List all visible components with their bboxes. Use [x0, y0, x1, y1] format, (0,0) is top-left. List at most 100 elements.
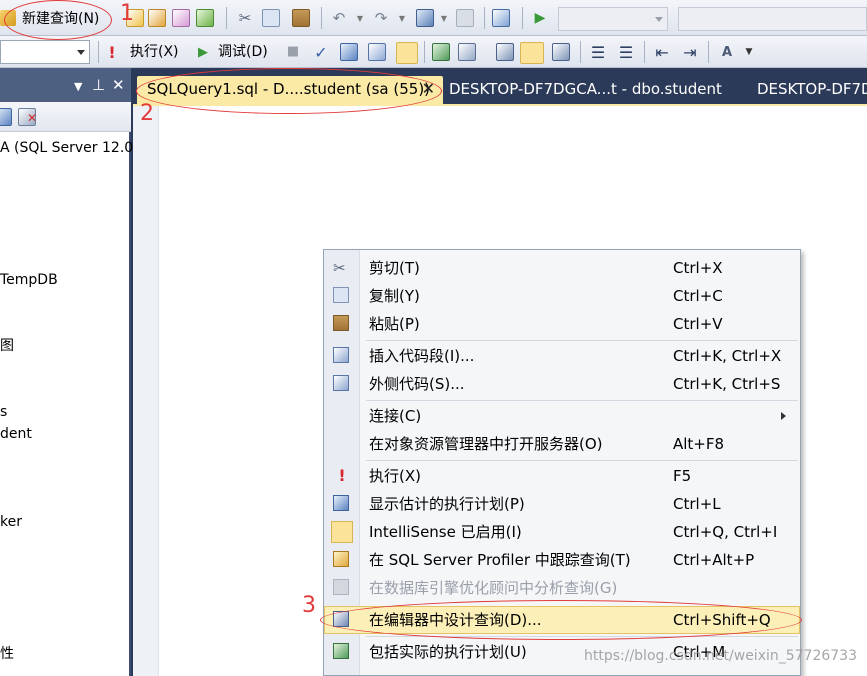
tree-item-tempdb[interactable]: TempDB	[0, 270, 58, 290]
find-combo[interactable]	[678, 7, 867, 31]
toolbar-separator	[98, 41, 99, 63]
menu-item-intellisense[interactable]: IntelliSense 已启用(I) Ctrl+Q, Ctrl+I	[324, 518, 800, 546]
pin-icon[interactable]: ⊥	[92, 77, 105, 93]
menu-item-paste[interactable]: 粘贴(P) Ctrl+V	[324, 310, 800, 338]
dmx-query-icon[interactable]	[172, 9, 190, 27]
menu-item-open-server-in-explorer[interactable]: 在对象资源管理器中打开服务器(O) Alt+F8	[324, 430, 800, 458]
menu-label: 插入代码段(I)...	[369, 347, 475, 365]
profiler-icon	[333, 551, 349, 567]
increase-indent-icon[interactable]: ⇥	[680, 42, 700, 62]
tab-desktop[interactable]: DESKTOP-DF7D	[747, 76, 867, 104]
intellisense-enabled-icon[interactable]	[396, 42, 418, 64]
menu-shortcut: Ctrl+K, Ctrl+X	[673, 347, 782, 365]
client-statistics-icon[interactable]	[458, 43, 476, 61]
annotation-ellipse-design-query	[320, 600, 802, 640]
menu-shortcut: Ctrl+C	[673, 287, 723, 305]
undo-dropdown-icon[interactable]: ▼	[356, 13, 364, 23]
menu-item-cut[interactable]: ✂ 剪切(T) Ctrl+X	[324, 254, 800, 282]
annotation-number-3: 3	[302, 593, 316, 618]
menu-label: 在 SQL Server Profiler 中跟踪查询(T)	[369, 551, 631, 569]
panel-menu-icon[interactable]: ▼	[74, 79, 82, 95]
xmla-query-icon[interactable]	[196, 9, 214, 27]
menu-label: 剪切(T)	[369, 259, 420, 277]
tree-item-properties[interactable]: 性	[0, 644, 14, 664]
undo-icon[interactable]: ↶	[330, 9, 348, 27]
execute-icon: !	[338, 466, 346, 485]
menu-label: 粘贴(P)	[369, 315, 420, 333]
menu-separator	[366, 340, 798, 341]
comment-lines-icon[interactable]: ☰	[588, 42, 608, 62]
copy-icon[interactable]	[262, 9, 280, 27]
navigate-dropdown-icon[interactable]: ▼	[440, 13, 448, 23]
menu-shortcut: Ctrl+Alt+P	[673, 551, 755, 569]
cut-icon[interactable]: ✂	[236, 9, 254, 27]
annotation-ellipse-new-query	[4, 0, 112, 40]
paste-icon	[333, 315, 349, 331]
menu-item-copy[interactable]: 复制(Y) Ctrl+C	[324, 282, 800, 310]
toolbar-separator	[321, 7, 322, 29]
menu-shortcut: Alt+F8	[673, 435, 725, 453]
cancel-query-icon[interactable]: ■	[286, 43, 300, 59]
watermark: https://blog.csdn.net/weixin_57726733	[583, 648, 857, 664]
close-icon[interactable]: ✕	[112, 77, 125, 93]
annotation-number-1: 1	[120, 1, 134, 26]
object-explorer-header: ▼ ⊥ ✕	[0, 68, 131, 102]
insert-snippet-icon	[333, 347, 349, 363]
menu-item-connection[interactable]: 连接(C)	[324, 402, 800, 430]
results-to-text-icon[interactable]	[496, 43, 514, 61]
debug-button[interactable]: 调试(D)	[218, 42, 268, 62]
scissors-icon: ✂	[333, 259, 346, 277]
menu-item-trace-in-profiler[interactable]: 在 SQL Server Profiler 中跟踪查询(T) Ctrl+Alt+…	[324, 546, 800, 574]
annotation-number-2: 2	[140, 101, 154, 126]
results-to-grid-icon[interactable]	[520, 42, 544, 64]
menu-shortcut: F5	[673, 467, 692, 485]
execute-button[interactable]: 执行(X)	[130, 42, 179, 62]
debug-icon: ▶	[198, 44, 208, 60]
menu-shortcut: Ctrl+X	[673, 259, 723, 277]
results-to-file-icon[interactable]	[552, 43, 570, 61]
sql-editor-toolbar: ! 执行(X) ▶ 调试(D) ■ ✓ ☰ ☰ ⇤ ⇥ A ▼	[0, 36, 867, 68]
toolbar-separator	[226, 7, 227, 29]
menu-separator	[366, 460, 798, 461]
uncomment-lines-icon[interactable]: ☰	[616, 42, 636, 62]
tree-item-views[interactable]: 图	[0, 336, 14, 356]
include-actual-plan-icon[interactable]	[432, 43, 450, 61]
copy-icon	[333, 287, 349, 303]
specify-template-values-icon[interactable]: A	[716, 42, 738, 62]
activity-monitor-icon[interactable]	[492, 9, 510, 27]
tree-item-student[interactable]: dent	[0, 424, 32, 444]
menu-separator	[366, 400, 798, 401]
menu-item-insert-snippet[interactable]: 插入代码段(I)... Ctrl+K, Ctrl+X	[324, 342, 800, 370]
paste-icon[interactable]	[292, 9, 310, 27]
stop-icon: ✕	[26, 111, 38, 125]
tab-label: DESKTOP-DF7DGCA...t - dbo.student	[449, 80, 722, 98]
toolbar-separator	[644, 41, 645, 63]
menu-label: 连接(C)	[369, 407, 422, 425]
start-debugging-icon[interactable]: ▶	[532, 9, 548, 27]
execute-icon: !	[108, 42, 116, 62]
query-options-icon[interactable]	[368, 43, 386, 61]
menu-item-execute[interactable]: ! 执行(X) F5	[324, 462, 800, 490]
redo-dropdown-icon[interactable]: ▼	[398, 13, 406, 23]
tree-item-s[interactable]: s	[0, 402, 7, 422]
available-databases-select[interactable]	[0, 40, 90, 64]
tab-dbo-student[interactable]: DESKTOP-DF7DGCA...t - dbo.student	[439, 76, 722, 104]
menu-item-estimated-plan[interactable]: 显示估计的执行计划(P) Ctrl+L	[324, 490, 800, 518]
navigate-forward-icon[interactable]	[456, 9, 474, 27]
editor-gutter	[133, 106, 159, 676]
tree-item-ker[interactable]: ker	[0, 512, 22, 532]
analysis-query-icon[interactable]	[148, 9, 166, 27]
menu-item-surround-with[interactable]: 外侧代码(S)... Ctrl+K, Ctrl+S	[324, 370, 800, 398]
toolbar-overflow-icon[interactable]: ▼	[744, 46, 754, 58]
solution-configuration-select[interactable]	[558, 7, 668, 31]
redo-icon[interactable]: ↷	[372, 9, 390, 27]
object-explorer-panel: ▼ ⊥ ✕ ✕ A (SQL Server 12.0 TempDB 图 s de…	[0, 68, 133, 676]
parse-icon[interactable]: ✓	[312, 42, 330, 62]
decrease-indent-icon[interactable]: ⇤	[652, 42, 672, 62]
display-estimated-plan-icon[interactable]	[340, 43, 358, 61]
tree-item-server[interactable]: A (SQL Server 12.0	[0, 138, 133, 158]
menu-label: IntelliSense 已启用(I)	[369, 523, 522, 541]
navigate-backward-icon[interactable]	[416, 9, 434, 27]
toolbar-separator	[580, 41, 581, 63]
refresh-icon[interactable]	[0, 108, 12, 126]
